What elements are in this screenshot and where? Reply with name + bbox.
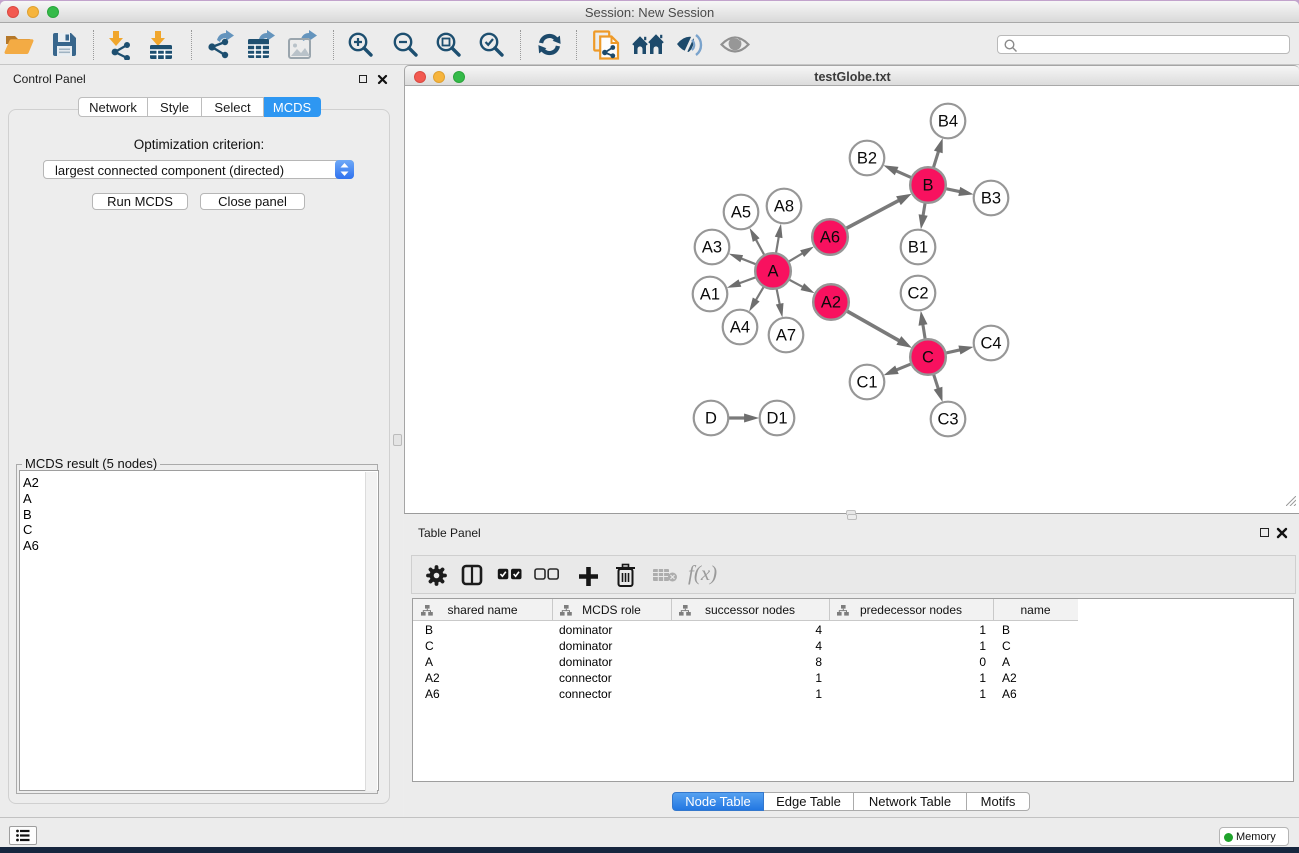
svg-text:C: C <box>922 349 934 367</box>
svg-text:D: D <box>705 410 717 428</box>
svg-text:C3: C3 <box>937 411 958 429</box>
svg-text:A4: A4 <box>730 319 750 337</box>
svg-text:D1: D1 <box>766 410 787 428</box>
svg-text:B3: B3 <box>981 190 1001 208</box>
svg-text:B: B <box>922 177 933 195</box>
svg-text:A1: A1 <box>700 286 720 304</box>
svg-text:B2: B2 <box>857 150 877 168</box>
svg-text:A2: A2 <box>821 294 841 312</box>
svg-text:A7: A7 <box>776 327 796 345</box>
svg-text:B1: B1 <box>908 239 928 257</box>
svg-text:A6: A6 <box>820 229 840 247</box>
svg-text:C1: C1 <box>856 374 877 392</box>
svg-text:B4: B4 <box>938 113 958 131</box>
svg-text:C2: C2 <box>907 285 928 303</box>
svg-text:C4: C4 <box>980 335 1001 353</box>
svg-text:A3: A3 <box>702 239 722 257</box>
svg-text:A8: A8 <box>774 198 794 216</box>
svg-text:A5: A5 <box>731 204 751 222</box>
svg-text:A: A <box>767 263 778 281</box>
